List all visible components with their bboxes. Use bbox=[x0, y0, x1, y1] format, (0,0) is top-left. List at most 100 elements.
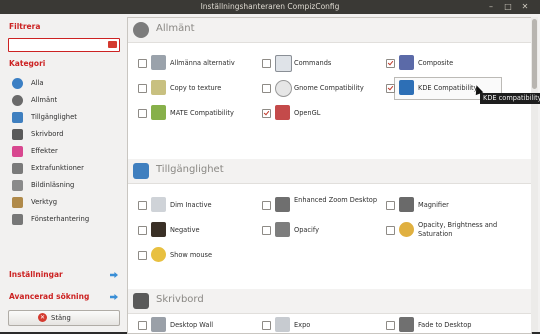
plugin-allmanna-alternativ[interactable]: Allmänna alternativ bbox=[138, 52, 263, 74]
section-header-tillganglighet: Tillgänglighet bbox=[128, 159, 531, 184]
close-icon[interactable]: ✕ bbox=[520, 2, 530, 12]
plugin-checkbox[interactable] bbox=[386, 59, 395, 68]
opacify-icon bbox=[275, 222, 290, 237]
plugin-checkbox[interactable] bbox=[138, 59, 147, 68]
copy-texture-icon bbox=[151, 80, 166, 95]
plugin-enhanced-zoom[interactable]: Enhanced Zoom Desktop bbox=[262, 194, 387, 216]
sidebar-item-label: Allmänt bbox=[31, 96, 58, 104]
plugin-opacify[interactable]: Opacify bbox=[262, 219, 387, 241]
plugin-gnome-compatibility[interactable]: Gnome Compatibility bbox=[262, 77, 387, 99]
section-title: Skrivbord bbox=[156, 294, 204, 305]
plugin-dim-inactive[interactable]: Dim Inactive bbox=[138, 194, 263, 216]
plugin-mate-compatibility[interactable]: MATE Compatibility bbox=[138, 102, 263, 124]
plugin-checkbox[interactable] bbox=[262, 226, 271, 235]
sidebar-item-label: Alla bbox=[31, 79, 44, 87]
desktop-icon bbox=[12, 129, 23, 140]
sidebar: Filtrera Kategori Alla Allmänt Tillgängl… bbox=[0, 14, 126, 332]
sidebar-item-label: Tillgänglighet bbox=[31, 113, 77, 121]
sidebar-item-bildinlasning[interactable]: Bildinläsning bbox=[12, 179, 122, 193]
plugin-label: Allmänna alternativ bbox=[170, 59, 235, 67]
desktop-icon bbox=[133, 293, 149, 309]
extras-icon bbox=[12, 163, 23, 174]
mate-icon bbox=[151, 105, 166, 120]
plugin-negative[interactable]: Negative bbox=[138, 219, 263, 241]
plugin-checkbox[interactable] bbox=[138, 251, 147, 260]
sidebar-item-tillganglighet[interactable]: Tillgänglighet bbox=[12, 111, 122, 125]
plugin-label: Opacify bbox=[294, 226, 319, 234]
plugin-label: Opacity, Brightness and Saturation bbox=[418, 221, 498, 238]
plugin-label: Copy to texture bbox=[170, 84, 222, 92]
plugin-checkbox[interactable] bbox=[138, 226, 147, 235]
maximize-icon[interactable]: □ bbox=[503, 2, 513, 12]
plugin-label: Fade to Desktop bbox=[418, 321, 472, 329]
sidebar-item-skrivbord[interactable]: Skrivbord bbox=[12, 128, 122, 142]
arrow-right-icon[interactable] bbox=[110, 272, 118, 278]
plugin-checkbox[interactable] bbox=[262, 321, 271, 330]
plugin-label: Expo bbox=[294, 321, 311, 329]
plugin-magnifier[interactable]: Magnifier bbox=[386, 194, 511, 216]
sidebar-item-fonsterhantering[interactable]: Fönsterhantering bbox=[12, 213, 122, 227]
plugin-checkbox[interactable] bbox=[386, 84, 395, 93]
plugin-checkbox[interactable] bbox=[262, 109, 271, 118]
plugin-copy-to-texture[interactable]: Copy to texture bbox=[138, 77, 263, 99]
plugin-checkbox[interactable] bbox=[138, 109, 147, 118]
vertical-scrollbar[interactable] bbox=[531, 17, 538, 332]
magnifier-icon bbox=[399, 197, 414, 212]
negative-icon bbox=[151, 222, 166, 237]
commands-icon bbox=[275, 55, 292, 72]
filter-input[interactable] bbox=[8, 38, 120, 52]
plugin-fade-to-desktop[interactable]: Fade to Desktop bbox=[386, 314, 511, 333]
sidebar-item-label: Extrafunktioner bbox=[31, 164, 84, 172]
plugin-checkbox[interactable] bbox=[386, 201, 395, 210]
plugin-label: MATE Compatibility bbox=[170, 109, 234, 117]
plugin-checkbox[interactable] bbox=[138, 84, 147, 93]
sidebar-item-alla[interactable]: Alla bbox=[12, 77, 122, 91]
plugin-label: KDE Compatibility bbox=[418, 84, 478, 92]
plugin-checkbox[interactable] bbox=[386, 321, 395, 330]
plugin-opengl[interactable]: OpenGL bbox=[262, 102, 387, 124]
advanced-search-link[interactable]: Avancerad sökning bbox=[9, 292, 89, 301]
plugin-commands[interactable]: Commands bbox=[262, 52, 387, 74]
globe-icon bbox=[12, 78, 23, 89]
plugin-label: Show mouse bbox=[170, 251, 213, 259]
kde-icon bbox=[399, 80, 414, 95]
plugin-desktop-wall[interactable]: Desktop Wall bbox=[138, 314, 263, 333]
arrow-right-icon[interactable] bbox=[110, 294, 118, 300]
close-circle-icon: ✕ bbox=[38, 313, 47, 322]
plugin-label: Magnifier bbox=[418, 201, 449, 209]
accessibility-icon bbox=[133, 163, 149, 179]
plugin-checkbox[interactable] bbox=[138, 321, 147, 330]
minimize-icon[interactable]: – bbox=[486, 2, 496, 12]
fade-desktop-icon bbox=[399, 317, 414, 332]
composite-icon bbox=[399, 55, 414, 70]
sidebar-item-effekter[interactable]: Effekter bbox=[12, 145, 122, 159]
plugin-show-mouse[interactable]: Show mouse bbox=[138, 244, 263, 266]
plugin-composite[interactable]: Composite bbox=[386, 52, 511, 74]
sidebar-item-label: Effekter bbox=[31, 147, 58, 155]
gear-icon bbox=[133, 22, 149, 38]
scrollbar-thumb[interactable] bbox=[532, 19, 537, 89]
sidebar-item-extrafunktioner[interactable]: Extrafunktioner bbox=[12, 162, 122, 176]
opengl-icon bbox=[275, 105, 290, 120]
sidebar-item-allmant[interactable]: Allmänt bbox=[12, 94, 122, 108]
close-button[interactable]: ✕ Stäng bbox=[8, 310, 120, 326]
plugin-checkbox[interactable] bbox=[262, 59, 271, 68]
plugin-checkbox[interactable] bbox=[262, 201, 271, 210]
sidebar-item-label: Skrivbord bbox=[31, 130, 64, 138]
clear-filter-icon[interactable] bbox=[108, 41, 117, 48]
dim-inactive-icon bbox=[151, 197, 166, 212]
plugin-checkbox[interactable] bbox=[138, 201, 147, 210]
gnome-icon bbox=[275, 80, 292, 97]
plugin-label: Dim Inactive bbox=[170, 201, 212, 209]
settings-link[interactable]: Inställningar bbox=[9, 270, 63, 279]
plugin-opacity-brightness-saturation[interactable]: Opacity, Brightness and Saturation bbox=[386, 219, 511, 241]
section-title: Allmänt bbox=[156, 23, 195, 34]
plugin-checkbox[interactable] bbox=[386, 226, 395, 235]
title-bar: Inställningshanteraren CompizConfig – □ … bbox=[0, 0, 540, 14]
sidebar-item-verktyg[interactable]: Verktyg bbox=[12, 196, 122, 210]
zoom-icon bbox=[275, 197, 290, 212]
show-mouse-icon bbox=[151, 247, 166, 262]
plugin-checkbox[interactable] bbox=[262, 84, 271, 93]
section-title: Tillgänglighet bbox=[156, 164, 224, 175]
plugin-expo[interactable]: Expo bbox=[262, 314, 387, 333]
